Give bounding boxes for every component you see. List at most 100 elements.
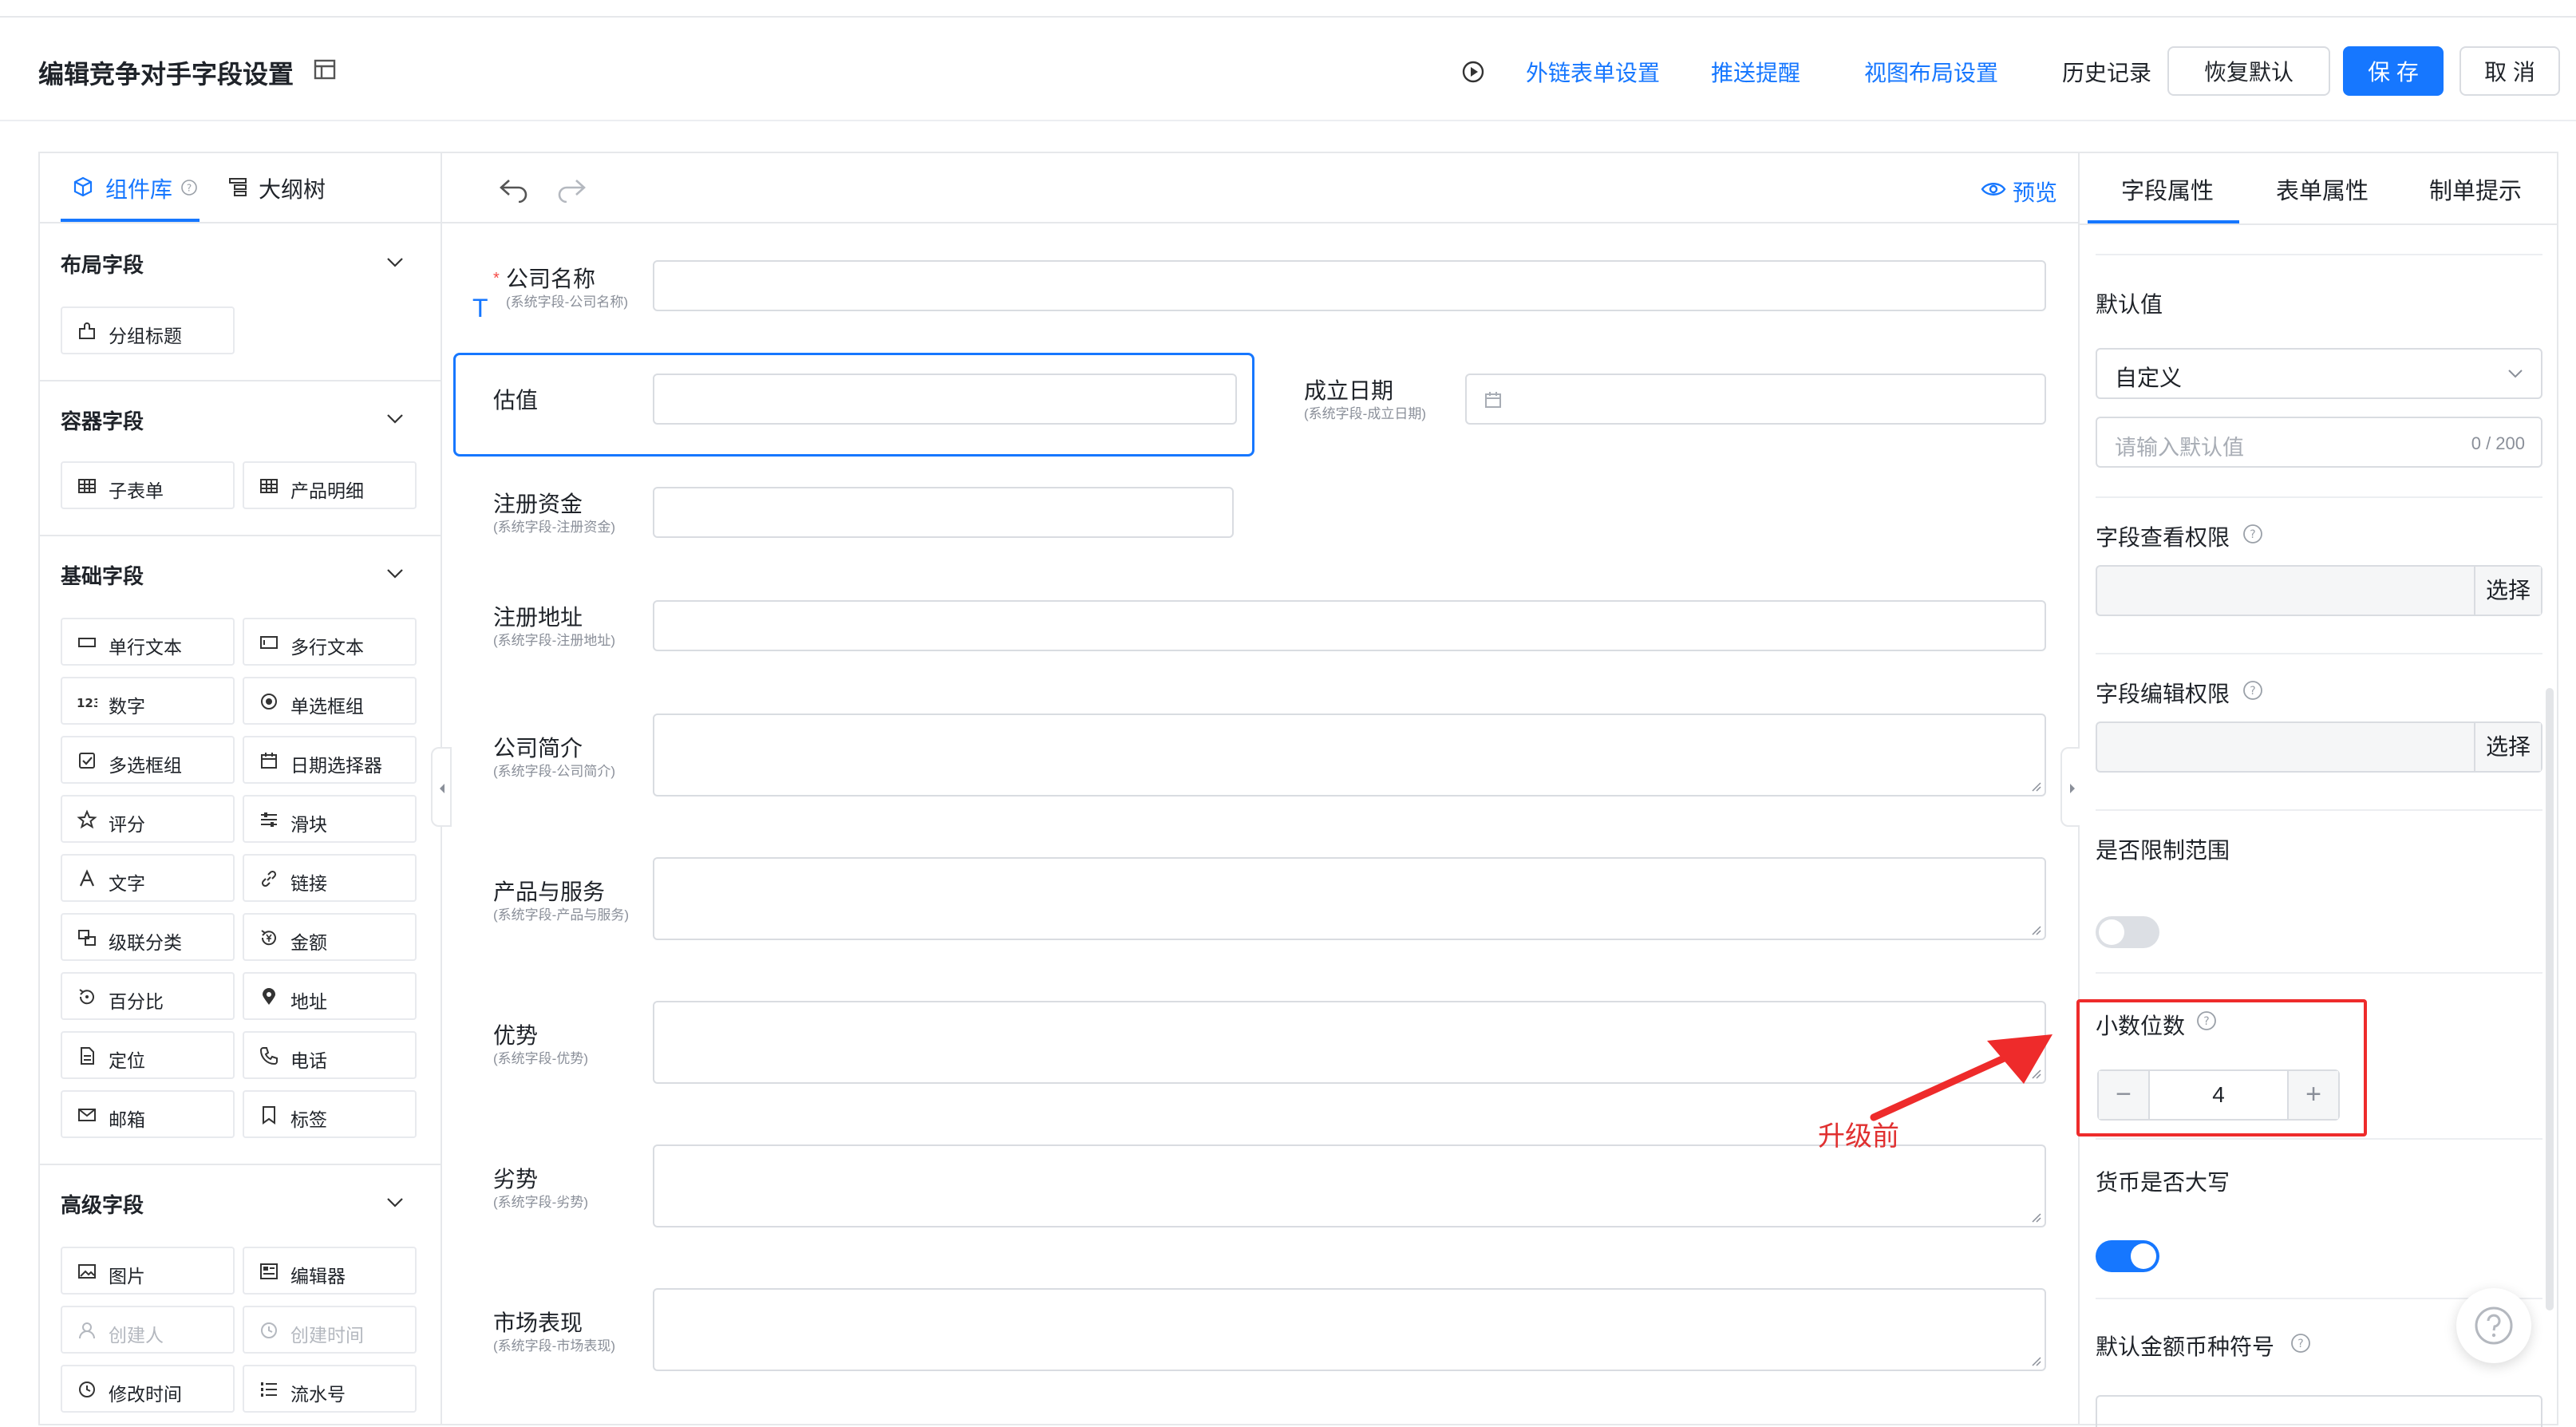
tab-form-properties[interactable]: 表单属性 bbox=[2276, 172, 2369, 206]
section-container-fields[interactable]: 容器字段 bbox=[61, 405, 144, 435]
component-checkbox-group[interactable]: 多选框组 bbox=[61, 736, 235, 784]
puzzle-icon bbox=[79, 322, 95, 339]
registered-address-input[interactable] bbox=[653, 600, 2046, 651]
products-services-textarea[interactable] bbox=[653, 857, 2046, 940]
field-label-company-intro: 公司简介 bbox=[493, 736, 583, 761]
chevron-down-icon[interactable] bbox=[386, 413, 404, 425]
editor-icon bbox=[260, 1263, 278, 1279]
component-text[interactable]: 文字 bbox=[61, 854, 235, 902]
currency-symbol-select[interactable] bbox=[2096, 1395, 2542, 1427]
component-number[interactable]: 123 数字 bbox=[61, 677, 235, 725]
component-rating[interactable]: 评分 bbox=[61, 795, 235, 843]
component-serial-number[interactable]: 流水号 bbox=[243, 1365, 417, 1413]
field-sub-weaknesses: (系统字段-劣势) bbox=[493, 1195, 588, 1210]
section-basic-fields[interactable]: 基础字段 bbox=[61, 560, 144, 590]
history-link[interactable]: 历史记录 bbox=[2062, 56, 2151, 88]
prop-divider bbox=[2096, 653, 2542, 654]
field-sub-strengths: (系统字段-优势) bbox=[493, 1051, 588, 1066]
restore-default-button[interactable]: 恢复默认 bbox=[2167, 46, 2330, 96]
svg-text:?: ? bbox=[187, 183, 192, 194]
component-group-title[interactable]: 分组标题 bbox=[61, 306, 235, 354]
valuation-input[interactable] bbox=[653, 374, 1237, 425]
registered-capital-input[interactable] bbox=[653, 487, 1234, 538]
component-editor[interactable]: 编辑器 bbox=[243, 1247, 417, 1295]
textarea-icon bbox=[260, 636, 278, 649]
section-advanced-fields[interactable]: 高级字段 bbox=[61, 1189, 144, 1219]
component-image[interactable]: 图片 bbox=[61, 1247, 235, 1295]
component-location[interactable]: 定位 bbox=[61, 1031, 235, 1079]
component-library-panel: 组件库 ? 大纲树 布局字段 分组标题 容器字段 子表单 产品明细 基础字段 单… bbox=[38, 152, 441, 1425]
tab-field-properties[interactable]: 字段属性 bbox=[2121, 172, 2214, 206]
view-layout-settings-link[interactable]: 视图布局设置 bbox=[1864, 56, 1998, 88]
radio-icon bbox=[261, 694, 277, 710]
weaknesses-textarea[interactable] bbox=[653, 1144, 2046, 1227]
component-subform[interactable]: 子表单 bbox=[61, 461, 235, 509]
question-icon[interactable]: ? bbox=[2290, 1333, 2311, 1354]
question-icon[interactable]: ? bbox=[2242, 524, 2263, 544]
save-button[interactable]: 保 存 bbox=[2343, 46, 2444, 96]
currency-uppercase-toggle[interactable] bbox=[2096, 1240, 2159, 1272]
component-slider[interactable]: 滑块 bbox=[243, 795, 417, 843]
resize-handle-icon[interactable] bbox=[2030, 1355, 2041, 1366]
edit-permission-picker[interactable]: 选择 bbox=[2096, 721, 2542, 773]
component-radio-group[interactable]: 单选框组 bbox=[243, 677, 417, 725]
collapse-left-handle[interactable] bbox=[431, 747, 452, 827]
tab-outline[interactable]: 大纲树 bbox=[259, 172, 326, 204]
tab-form-tips[interactable]: 制单提示 bbox=[2429, 172, 2522, 206]
component-amount[interactable]: 金额 bbox=[243, 913, 417, 961]
chevron-down-icon[interactable] bbox=[386, 568, 404, 579]
component-cascade[interactable]: 级联分类 bbox=[61, 913, 235, 961]
company-intro-textarea[interactable] bbox=[653, 714, 2046, 797]
cancel-button[interactable]: 取 消 bbox=[2459, 46, 2560, 96]
resize-handle-icon[interactable] bbox=[2030, 781, 2041, 792]
view-permission-picker[interactable]: 选择 bbox=[2096, 565, 2542, 616]
edit-permission-choose-button[interactable]: 选择 bbox=[2474, 723, 2541, 771]
resize-handle-icon[interactable] bbox=[2030, 924, 2041, 935]
question-icon[interactable]: ? bbox=[2242, 680, 2263, 701]
tabs-border bbox=[2080, 223, 2557, 225]
component-address[interactable]: 地址 bbox=[243, 972, 417, 1020]
field-sub-products-services: (系统字段-产品与服务) bbox=[493, 907, 629, 923]
properties-scrollbar[interactable] bbox=[2546, 688, 2554, 1310]
chevron-down-icon[interactable] bbox=[386, 257, 404, 268]
component-phone[interactable]: 电话 bbox=[243, 1031, 417, 1079]
collapse-right-handle[interactable] bbox=[2060, 747, 2081, 827]
question-circle-icon bbox=[2475, 1306, 2513, 1345]
market-performance-textarea[interactable] bbox=[653, 1288, 2046, 1371]
layout-icon[interactable] bbox=[313, 57, 337, 81]
undo-icon[interactable] bbox=[498, 176, 530, 203]
play-circle-icon[interactable] bbox=[1460, 59, 1486, 85]
form-canvas: 预览 * 公司名称 (系统字段-公司名称) T 估值 成立日期 (系统字段-成立… bbox=[441, 152, 2080, 1425]
component-date-picker[interactable]: 日期选择器 bbox=[243, 736, 417, 784]
component-tag[interactable]: 标签 bbox=[243, 1090, 417, 1138]
company-name-input[interactable] bbox=[653, 260, 2046, 311]
component-email[interactable]: 邮箱 bbox=[61, 1090, 235, 1138]
component-multi-line-text[interactable]: 多行文本 bbox=[243, 618, 417, 666]
default-value-select[interactable]: 自定义 bbox=[2096, 348, 2542, 399]
component-product-detail[interactable]: 产品明细 bbox=[243, 461, 417, 509]
prop-divider bbox=[2096, 496, 2542, 498]
ordered-list-icon bbox=[261, 1382, 277, 1397]
tab-components[interactable]: 组件库 bbox=[105, 172, 172, 204]
limit-range-toggle[interactable] bbox=[2096, 916, 2159, 948]
component-link[interactable]: 链接 bbox=[243, 854, 417, 902]
calendar-icon bbox=[261, 753, 277, 769]
redo-icon[interactable] bbox=[555, 176, 587, 203]
help-button[interactable] bbox=[2456, 1288, 2531, 1363]
section-layout-fields[interactable]: 布局字段 bbox=[61, 249, 144, 279]
field-label-valuation: 估值 bbox=[493, 388, 539, 413]
strengths-textarea[interactable] bbox=[653, 1001, 2046, 1084]
view-permission-choose-button[interactable]: 选择 bbox=[2474, 567, 2541, 615]
component-single-line-text[interactable]: 单行文本 bbox=[61, 618, 235, 666]
push-reminder-link[interactable]: 推送提醒 bbox=[1711, 56, 1800, 88]
resize-handle-icon[interactable] bbox=[2030, 1212, 2041, 1223]
chevron-down-icon[interactable] bbox=[386, 1197, 404, 1208]
founding-date-picker[interactable] bbox=[1465, 374, 2046, 425]
component-modified-time[interactable]: 修改时间 bbox=[61, 1365, 235, 1413]
component-percentage[interactable]: 百分比 bbox=[61, 972, 235, 1020]
field-sub-registered-capital: (系统字段-注册资金) bbox=[493, 520, 615, 535]
preview-button[interactable]: 预览 bbox=[2013, 176, 2057, 208]
external-form-settings-link[interactable]: 外链表单设置 bbox=[1526, 56, 1660, 88]
table-icon bbox=[78, 479, 96, 493]
default-value-input[interactable]: 请输入默认值 0 / 200 bbox=[2096, 417, 2542, 468]
